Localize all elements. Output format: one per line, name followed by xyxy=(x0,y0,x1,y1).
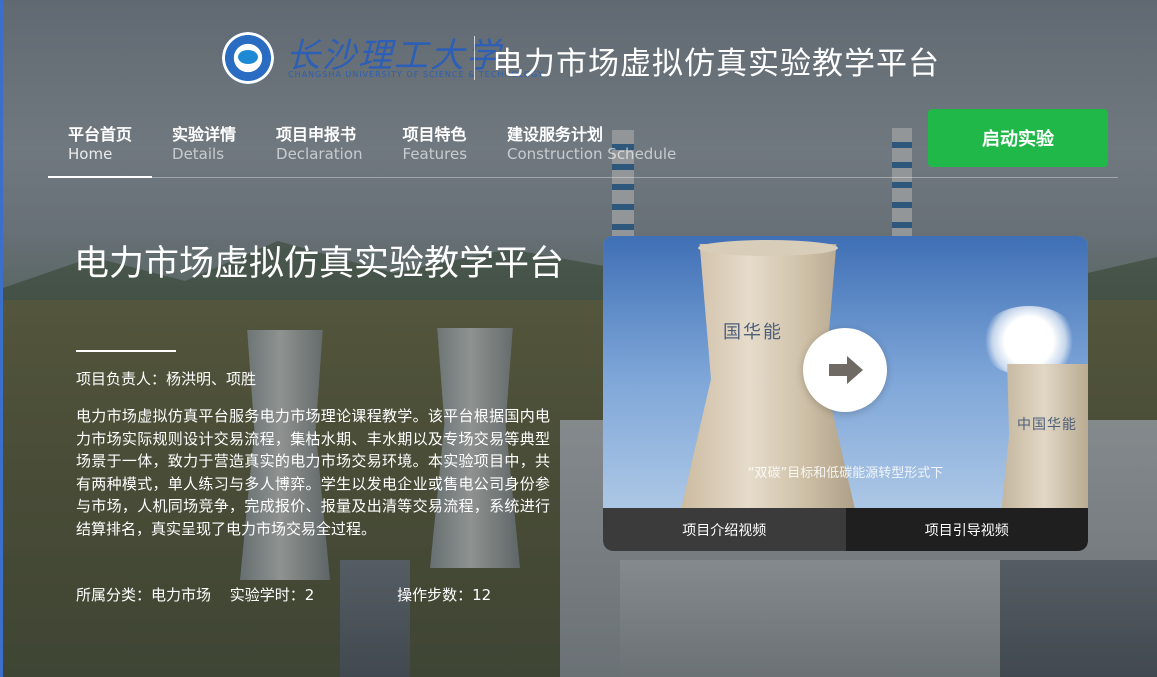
nav-item-label: 建设服务计划 xyxy=(507,125,604,144)
nav-item-english-label: Declaration xyxy=(276,145,363,163)
start-experiment-button[interactable]: 启动实验 xyxy=(928,109,1108,167)
site-title: 电力市场虚拟仿真实验教学平台 xyxy=(492,46,940,82)
nav-item-english-label: Details xyxy=(172,145,225,163)
nav-item-details[interactable]: 实验详情 Details xyxy=(152,118,256,178)
cooling-tower-rim xyxy=(698,240,838,256)
main-nav: 平台首页 Home 实验详情 Details 项目申报书 Declaration… xyxy=(48,118,696,178)
tab-intro-video[interactable]: 项目介绍视频 xyxy=(603,508,846,551)
category-label: 所属分类：电力市场 xyxy=(76,586,212,604)
video-tabs: 项目介绍视频 项目引导视频 xyxy=(603,508,1088,551)
nav-divider xyxy=(48,177,1118,178)
nav-item-label: 项目申报书 xyxy=(276,125,357,144)
header: 长沙理工大学 CHANGSHA UNIVERSITY OF SCIENCE & … xyxy=(0,0,1157,100)
arrow-right-icon xyxy=(819,344,871,396)
video-caption: “双碳”目标和低碳能源转型形式下 xyxy=(747,466,944,481)
steps-label: 操作步数：12 xyxy=(397,586,492,604)
intro-title-underline xyxy=(76,350,176,352)
nav-item-construction-schedule[interactable]: 建设服务计划 Construction Schedule xyxy=(487,118,696,178)
nav-item-english-label: Features xyxy=(402,145,468,163)
intro-title: 电力市场虚拟仿真实验教学平台 xyxy=(74,244,565,284)
project-meta: 所属分类：电力市场 实验学时：2 操作步数：12 xyxy=(76,584,491,605)
left-edge-accent xyxy=(0,0,3,677)
nav-item-english-label: Home xyxy=(68,145,113,163)
nav-item-english-label: Construction Schedule xyxy=(507,145,677,163)
nav-item-label: 平台首页 xyxy=(68,125,133,144)
nav-item-home[interactable]: 平台首页 Home xyxy=(48,118,153,178)
nav-item-declaration[interactable]: 项目申报书 Declaration xyxy=(256,118,382,178)
tab-guide-video[interactable]: 项目引导视频 xyxy=(845,508,1088,551)
tower-logo-text: 国华能 xyxy=(723,322,783,343)
hours-label: 实验学时：2 xyxy=(229,586,315,604)
nav-item-label: 项目特色 xyxy=(402,125,467,144)
university-seal-logo xyxy=(222,32,274,84)
video-card: 国华能 中国华能 “双碳”目标和低碳能源转型形式下 项目介绍视频 项目引导视频 xyxy=(603,236,1088,551)
play-video-button[interactable] xyxy=(803,328,887,412)
nav-item-features[interactable]: 项目特色 Features xyxy=(383,118,488,178)
nav-item-label: 实验详情 xyxy=(172,125,237,144)
project-description: 电力市场虚拟仿真平台服务电力市场理论课程教学。该平台根据国内电力市场实际规则设计… xyxy=(76,407,550,538)
logo-divider xyxy=(474,36,475,80)
project-leader: 项目负责人：杨洪明、项胜 xyxy=(76,370,257,388)
tower-logo-text-2: 中国华能 xyxy=(1017,417,1077,433)
